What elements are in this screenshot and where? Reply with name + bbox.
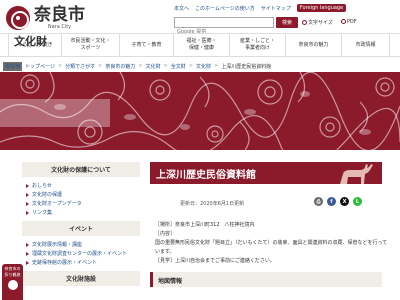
facebook-icon[interactable]: f <box>327 197 336 206</box>
x-icon[interactable]: X <box>340 197 349 206</box>
global-navigation: くらし・手続き 市民活動・文化・ スポーツ 子育て・教育 福祉・医療・ 保健・健… <box>0 33 400 57</box>
sidebar: 文化財の保護について おしらせ 文化財の保護 文化財オープンデータ リンク集 イ… <box>22 162 140 286</box>
radio-icon <box>340 19 346 24</box>
breadcrumb: 現在地 トップページ > 分類でさがす > 奈良市の魅力 > 文化財 > 全文財… <box>0 61 400 71</box>
sidebar-heading: 文化財施設 <box>22 271 140 286</box>
line-icon[interactable]: L <box>353 197 362 206</box>
sitemap-link[interactable]: サイトマップ <box>261 5 291 12</box>
breadcrumb-link[interactable]: 全文財 <box>171 63 186 70</box>
site-search <box>174 17 274 37</box>
breadcrumb-separator: > <box>163 63 168 69</box>
updated-date: 更新日：2020年6月1日更新 <box>180 201 245 207</box>
breadcrumb-separator: > <box>138 63 143 69</box>
breadcrumb-badge: 現在地 <box>3 61 23 71</box>
body-location: ［場所］奈良市上深川町312 八柱神社境内 <box>155 222 255 228</box>
map-section-heading: 地図情報 <box>150 272 382 287</box>
sidebar-link-news[interactable]: おしらせ <box>26 181 140 190</box>
font-size-option[interactable]: 文字サイズ <box>302 19 333 26</box>
breadcrumb-current: 上深川歴史民俗資料館 <box>221 63 272 70</box>
sidebar-link-open-data[interactable]: 文化財オープンデータ <box>26 199 140 208</box>
sidebar-link-protection[interactable]: 文化財の保護 <box>26 190 140 199</box>
breadcrumb-separator: > <box>188 63 193 69</box>
breadcrumb-link[interactable]: 奈良市の魅力 <box>105 63 135 70</box>
breadcrumb-separator: > <box>214 63 219 69</box>
floating-guide-button[interactable]: 奈良市の 折り鶴旅 <box>2 264 23 300</box>
body-visit-info: ［見学］上深川自治会までご事前にご連絡ください。 <box>155 258 275 264</box>
map-heading-text: 地図情報 <box>158 278 183 285</box>
hero-banner <box>0 72 400 150</box>
sidebar-link-links[interactable]: リンク集 <box>26 208 140 217</box>
breadcrumb-link[interactable]: 分類でさがす <box>65 63 95 70</box>
character-icon <box>7 280 18 290</box>
sidebar-heading: イベント <box>22 221 140 236</box>
share-buttons: ⎙ f X L <box>314 197 362 206</box>
nav-business[interactable]: 産業・しごと・ 事業者向け <box>230 34 286 56</box>
nara-city-logo[interactable]: 奈良市 Nara City <box>6 6 85 30</box>
sidebar-link-archaeology-center[interactable]: 埋蔵文化財調査センターの展示・イベント <box>26 249 140 258</box>
font-size-controls: 文字サイズ PDF <box>302 19 357 26</box>
breadcrumb-separator: > <box>57 63 63 69</box>
article-title: 上深川歴史民俗資料館 <box>156 170 256 181</box>
nav-education[interactable]: 子育て・教育 <box>120 34 174 56</box>
radio-icon <box>302 20 307 25</box>
hero-title-backdrop <box>0 99 110 127</box>
pdf-option[interactable]: PDF <box>340 19 357 26</box>
foreign-language-button[interactable]: Foreign language <box>296 4 347 12</box>
nav-city-info[interactable]: 市政情報 <box>342 34 390 56</box>
nav-culture-sports[interactable]: 市民活動・文化・ スポーツ <box>62 34 120 56</box>
page-category-title: 文化財 <box>14 35 47 48</box>
nav-attractions[interactable]: 奈良市の魅力 <box>286 34 342 56</box>
logo-title: 奈良市 <box>34 5 85 25</box>
body-content-label: ［内容］ <box>155 231 176 237</box>
print-icon[interactable]: ⎙ <box>314 197 323 206</box>
skip-to-content-link[interactable]: 本文へ <box>174 5 189 12</box>
city-emblem-icon <box>6 6 30 30</box>
breadcrumb-link[interactable]: トップページ <box>25 63 55 70</box>
logo-subtitle: Nara City <box>47 24 72 30</box>
how-to-use-link[interactable]: このホームページの使い方 <box>195 5 255 12</box>
deer-icon <box>340 164 373 184</box>
breadcrumb-link[interactable]: 文化財 <box>196 63 211 70</box>
floating-button-label: 奈良市の 折り鶴旅 <box>4 266 21 277</box>
breadcrumb-separator: > <box>98 63 103 69</box>
body-content-text: 国の重要無形民俗文化財「題目立」（だいもくたて）の装束、面具と関連資料の収蔵、保… <box>155 240 388 246</box>
article-title-bar: 上深川歴史民俗資料館 <box>150 162 382 184</box>
nav-welfare[interactable]: 福祉・医療・ 保健・健康 <box>174 34 230 56</box>
sidebar-link-exhibitions[interactable]: 文化財展示情報・講座 <box>26 240 140 249</box>
breadcrumb-link[interactable]: 文化財 <box>146 63 161 70</box>
sidebar-heading: 文化財の保護について <box>22 162 140 177</box>
sidebar-link-preservation-hall[interactable]: 史跡保存館の展示・イベント <box>26 258 140 267</box>
search-button[interactable]: 検索 <box>276 17 298 28</box>
utility-links: 本文へ このホームページの使い方 サイトマップ Foreign language <box>174 4 347 12</box>
body-content-text-cont: います。 <box>155 249 175 255</box>
